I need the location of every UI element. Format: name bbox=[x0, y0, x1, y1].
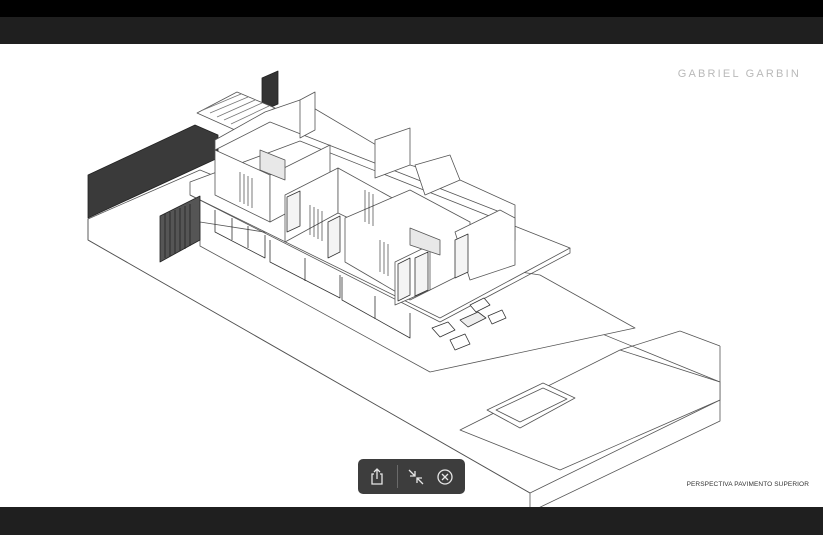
collapse-arrows-icon bbox=[408, 469, 424, 485]
isometric-floor-plan-drawing bbox=[87, 70, 721, 507]
share-icon bbox=[371, 468, 383, 485]
viewer-footer-strip bbox=[0, 507, 823, 535]
toolbar-divider bbox=[397, 465, 398, 488]
collapse-button[interactable] bbox=[405, 466, 427, 488]
image-caption: PERSPECTIVA PAVIMENTO SUPERIOR bbox=[686, 481, 809, 488]
close-circle-icon bbox=[437, 469, 453, 485]
viewer-header-strip bbox=[0, 17, 823, 44]
watermark-brand: GABRIEL GARBIN bbox=[677, 68, 801, 80]
top-black-bar bbox=[0, 0, 823, 17]
share-button[interactable] bbox=[366, 466, 388, 488]
close-button[interactable] bbox=[434, 466, 456, 488]
